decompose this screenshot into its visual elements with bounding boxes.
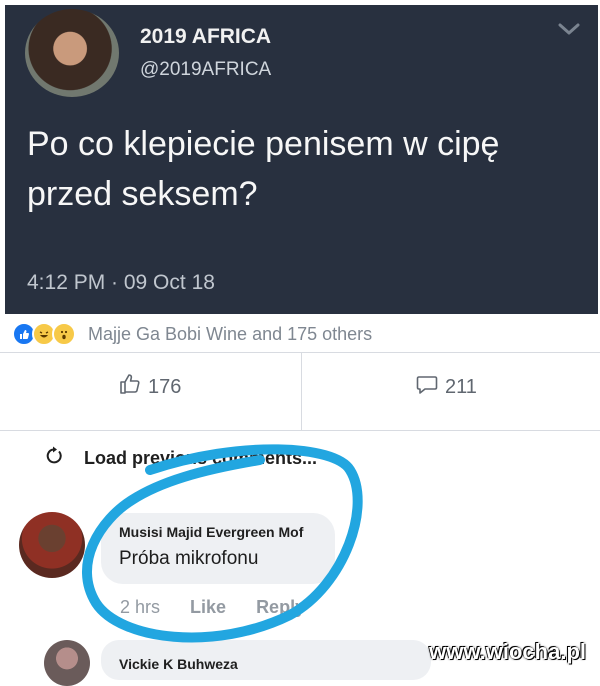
like-button[interactable]: 176 bbox=[118, 372, 181, 402]
wow-reaction-icon bbox=[52, 322, 76, 346]
comment-icon bbox=[415, 372, 439, 402]
refresh-icon bbox=[44, 446, 64, 471]
load-previous-label: Load previous comments... bbox=[84, 448, 318, 468]
comment-meta: 2 hrs Like Reply bbox=[120, 597, 305, 618]
divider bbox=[0, 352, 600, 353]
comment-like-button[interactable]: Like bbox=[190, 597, 226, 618]
reaction-icons bbox=[12, 322, 76, 346]
like-count: 176 bbox=[148, 375, 182, 398]
account-handle[interactable]: @2019AFRICA bbox=[140, 59, 271, 81]
comment-count: 211 bbox=[445, 375, 477, 398]
profile-avatar[interactable] bbox=[25, 9, 119, 97]
account-name[interactable]: 2019 AFRICA bbox=[140, 25, 271, 49]
tweet-card: 2019 AFRICA @2019AFRICA Po co klepiecie … bbox=[5, 5, 598, 314]
tweet-timestamp: 4:12 PM · 09 Oct 18 bbox=[27, 271, 215, 294]
thumbs-up-icon bbox=[118, 372, 142, 402]
watermark-text: www.wiocha.pl bbox=[429, 639, 586, 664]
comment-button[interactable]: 211 bbox=[415, 372, 477, 402]
comment-avatar[interactable] bbox=[19, 512, 85, 578]
comment-avatar[interactable] bbox=[44, 640, 90, 686]
divider-vertical bbox=[301, 352, 302, 430]
load-previous-comments-button[interactable]: Load previous comments... bbox=[44, 446, 317, 471]
comment-author[interactable]: Vickie K Buhweza bbox=[119, 656, 238, 672]
tweet-text: Po co klepiecie penisem w cipę przed sek… bbox=[27, 125, 500, 213]
comment-time: 2 hrs bbox=[120, 597, 161, 617]
reaction-names: Majje Ga Bobi Wine and 175 others bbox=[88, 323, 373, 344]
reactions-summary[interactable]: Majje Ga Bobi Wine and 175 others bbox=[12, 318, 372, 350]
comment-text: Próba mikrofonu bbox=[119, 548, 259, 569]
divider bbox=[0, 430, 600, 431]
comment-reply-button[interactable]: Reply bbox=[256, 597, 305, 618]
chevron-down-icon[interactable] bbox=[556, 19, 582, 39]
comment-author[interactable]: Musisi Majid Evergreen Mof bbox=[119, 524, 303, 540]
